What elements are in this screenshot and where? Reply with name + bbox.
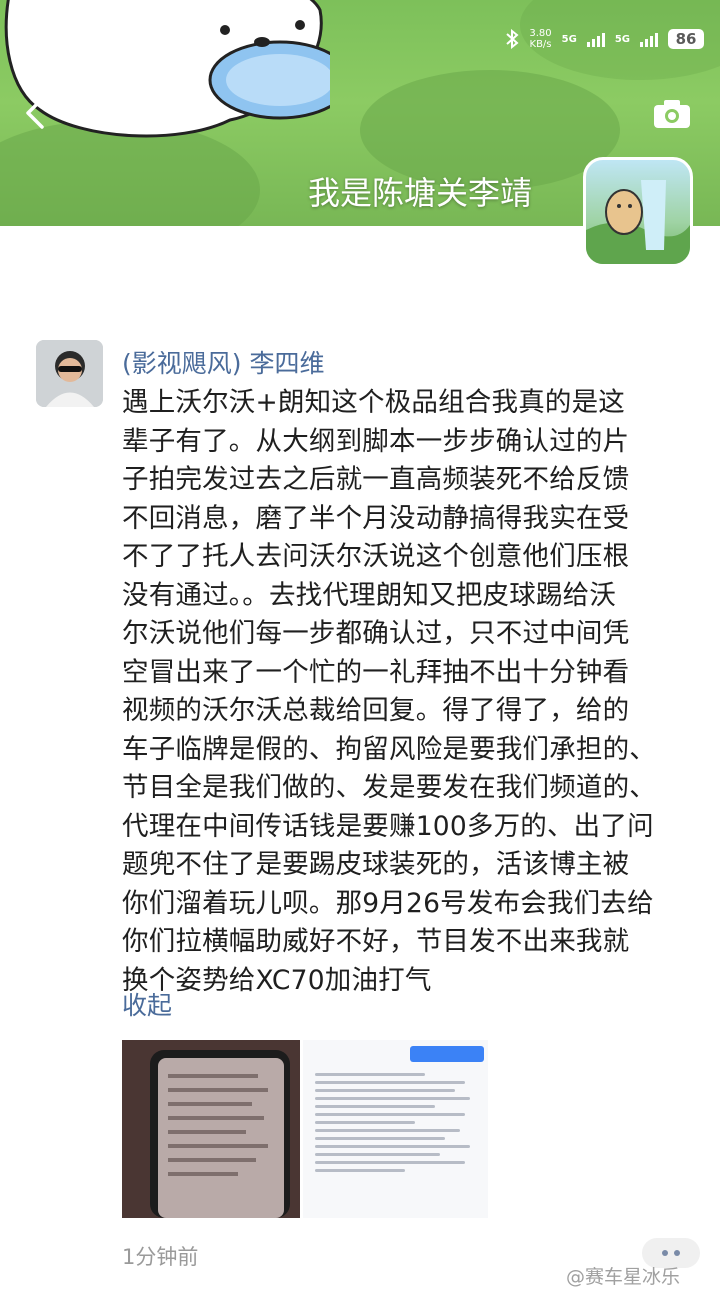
post-line: 空冒出来了一个忙的一礼拜抽不出十分钟看 xyxy=(122,656,630,688)
document-line xyxy=(315,1137,445,1140)
document-line xyxy=(315,1129,460,1132)
avatar-photo xyxy=(36,340,103,407)
post-line: 题兜不住了是要踢皮球装死的，活该博主被 xyxy=(122,849,630,880)
document-line xyxy=(315,1081,465,1084)
post-line: 换个姿势给XC70加油打气 xyxy=(122,964,432,996)
post-line: 代理在中间传话钱是要赚100多万的、出了问 xyxy=(122,810,654,842)
more-dot-icon xyxy=(674,1250,680,1256)
network-speed-value: 3.80 xyxy=(529,28,552,39)
post-image-2[interactable] xyxy=(303,1040,488,1218)
document-line xyxy=(315,1169,405,1172)
document-line xyxy=(315,1097,470,1100)
post-line: 不了了托人去问沃尔沃说这个创意他们压根 xyxy=(122,541,630,572)
post-line: 子拍完发过去之后就一直高频装死不给反馈 xyxy=(122,464,630,495)
document-line xyxy=(315,1073,425,1076)
post-line: 你们拉横幅助威好不好，节目发不出来我就 xyxy=(122,926,630,957)
post-line: 尔沃说他们每一步都确认过，只不过中间凭 xyxy=(122,618,630,649)
document-line xyxy=(315,1113,465,1116)
post-line: 你们溜着玩儿呗。那9月26号发布会我们去给 xyxy=(122,887,654,919)
post-author-avatar[interactable] xyxy=(36,340,103,407)
post-line: 遇上沃尔沃+朗知这个极品组合我真的是这 xyxy=(122,387,626,418)
profile-avatar[interactable] xyxy=(583,157,693,267)
post-timestamp: 1分钟前 xyxy=(122,1245,199,1269)
document-line xyxy=(315,1121,415,1124)
watermark: @赛车星冰乐 xyxy=(566,1266,681,1288)
post-body: 遇上沃尔沃+朗知这个极品组合我真的是这 辈子有了。从大纲到脚本一步步确认过的片 … xyxy=(122,384,704,1000)
signal-bars-icon xyxy=(586,31,605,47)
post-line: 车子临牌是假的、拘留风险是要我们承担的、 xyxy=(122,733,656,765)
status-icons: 3.80 KB/s 5G 5G 86 xyxy=(505,28,704,50)
post-line: 没有通过。。去找代理朗知又把皮球踢给沃 xyxy=(122,579,617,611)
document-line xyxy=(315,1161,465,1164)
document-header-tag xyxy=(410,1046,484,1062)
document-line xyxy=(315,1145,470,1148)
camera-icon[interactable] xyxy=(652,98,692,130)
phone-photo xyxy=(122,1040,300,1218)
post-author-name[interactable]: (影视飓风) 李四维 xyxy=(122,344,324,380)
collapse-link[interactable]: 收起 xyxy=(122,986,172,1022)
more-dot-icon xyxy=(662,1250,668,1256)
post-image-1[interactable] xyxy=(122,1040,300,1218)
network-type-1: 5G xyxy=(561,33,577,45)
status-bar: 21 3.80 KB/s 5G 5G 86 xyxy=(0,24,720,58)
post-line: 视频的沃尔沃总裁给回复。得了得了，给的 xyxy=(122,695,630,726)
post-line: 不回消息，磨了半个月没动静搞得我实在受 xyxy=(122,502,630,534)
avatar-illustration xyxy=(586,180,690,264)
status-time: 21 xyxy=(36,28,64,52)
post-line: 辈子有了。从大纲到脚本一步步确认过的片 xyxy=(122,425,630,457)
post-line: 节目全是我们做的、发是要发在我们频道的、 xyxy=(122,772,656,803)
network-type-2: 5G xyxy=(614,33,630,45)
network-speed-unit: KB/s xyxy=(529,39,552,50)
document-line xyxy=(315,1153,440,1156)
signal-bars-icon xyxy=(640,31,658,47)
network-speed: 3.80 KB/s xyxy=(529,28,551,50)
document-line xyxy=(315,1089,455,1092)
back-icon[interactable] xyxy=(22,96,50,130)
battery-indicator: 86 xyxy=(668,29,704,49)
profile-name[interactable]: 我是陈塘关李靖 xyxy=(308,168,532,214)
bluetooth-icon xyxy=(506,29,519,49)
document-line xyxy=(315,1105,435,1108)
